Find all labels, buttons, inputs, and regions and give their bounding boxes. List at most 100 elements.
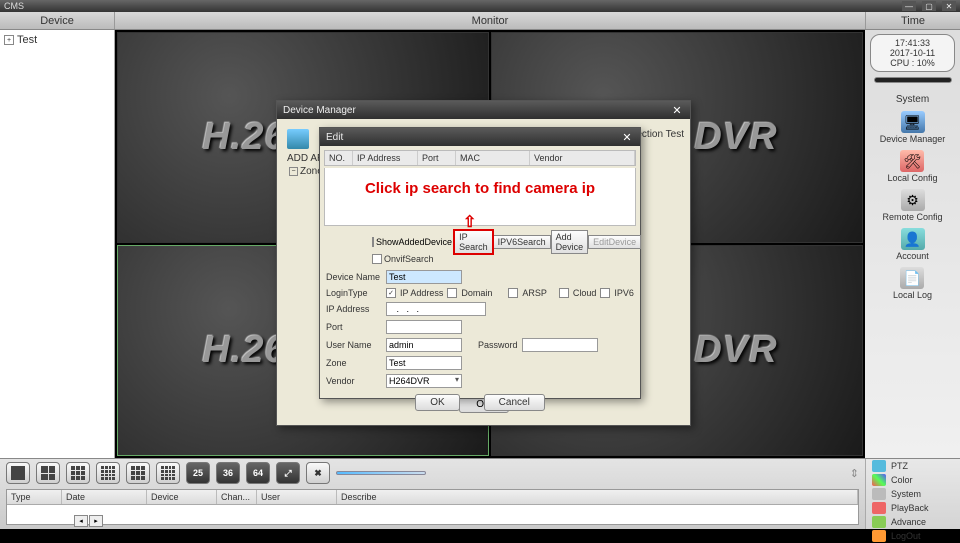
show-added-label: ShowAddedDevice xyxy=(376,237,452,247)
menu-system[interactable]: System xyxy=(866,487,960,501)
ip-address-input[interactable] xyxy=(386,302,486,316)
port-input[interactable] xyxy=(386,320,462,334)
layout-25-button[interactable]: 25 xyxy=(186,462,210,484)
tool-local-config[interactable]: 🛠 Local Config xyxy=(887,150,937,183)
volume-slider[interactable] xyxy=(336,471,426,475)
status-clock: 17:41:33 xyxy=(874,38,951,48)
edit-device-button[interactable]: EditDevice xyxy=(588,235,641,249)
menu-ptz[interactable]: PTZ xyxy=(866,459,960,473)
search-table-body: Click ip search to find camera ip ⇧ xyxy=(324,168,636,226)
expand-icon[interactable]: + xyxy=(4,35,14,45)
pager-next-button[interactable]: ▸ xyxy=(89,515,103,527)
fullscreen-button[interactable]: ⤢ xyxy=(276,462,300,484)
tool-remote-config[interactable]: ⚙ Remote Config xyxy=(882,189,942,222)
user-icon: 👤 xyxy=(901,228,925,250)
column-header-strip: Device Monitor Time xyxy=(0,12,960,30)
ipv6-search-button[interactable]: IPV6Search xyxy=(493,235,551,249)
col-ip[interactable]: IP Address xyxy=(353,151,418,165)
menu-logout[interactable]: LogOut xyxy=(866,529,960,543)
col-port[interactable]: Port xyxy=(418,151,456,165)
log-table-body xyxy=(7,505,858,524)
menu-playback[interactable]: PlayBack xyxy=(866,501,960,515)
playback-icon xyxy=(872,502,886,514)
menu-color[interactable]: Color xyxy=(866,473,960,487)
col-mac[interactable]: MAC xyxy=(456,151,530,165)
ip-address-label: IP Address xyxy=(326,304,382,314)
log-col-date[interactable]: Date xyxy=(62,490,147,504)
login-ipv6-checkbox[interactable] xyxy=(600,288,610,298)
tool-device-manager[interactable]: 🖥 Device Manager xyxy=(880,111,946,144)
edit-close-button[interactable]: ✕ xyxy=(620,130,634,144)
col-vendor[interactable]: Vendor xyxy=(530,151,635,165)
layout-64-button[interactable]: 64 xyxy=(246,462,270,484)
log-col-describe[interactable]: Describe xyxy=(337,490,858,504)
ptz-icon xyxy=(872,460,886,472)
password-input[interactable] xyxy=(522,338,598,352)
zone-input[interactable] xyxy=(386,356,462,370)
onvif-search-checkbox[interactable] xyxy=(372,254,382,264)
password-label: Password xyxy=(478,340,518,350)
resize-icon[interactable]: ⇕ xyxy=(850,467,859,480)
layout-1x1-button[interactable] xyxy=(6,462,30,484)
layout-9-button[interactable] xyxy=(126,462,150,484)
cpu-meter xyxy=(874,77,952,83)
status-cpu: CPU : 10% xyxy=(874,58,951,68)
device-tree-pane: + Test xyxy=(0,30,115,458)
tool-account[interactable]: 👤 Account xyxy=(896,228,929,261)
onvif-search-label: OnvifSearch xyxy=(384,254,434,264)
menu-advance[interactable]: Advance xyxy=(866,515,960,529)
minimize-button[interactable]: — xyxy=(902,1,916,11)
log-table-header: Type Date Device Chan... User Describe xyxy=(7,490,858,505)
bottom-bar: 25 36 64 ⤢ ✖ ⇕ Type Date Device Chan... … xyxy=(0,458,960,529)
log-col-channel[interactable]: Chan... xyxy=(217,490,257,504)
log-col-type[interactable]: Type xyxy=(7,490,62,504)
pager-prev-button[interactable]: ◂ xyxy=(74,515,88,527)
col-no[interactable]: NO. xyxy=(325,151,353,165)
close-button[interactable]: ✕ xyxy=(942,1,956,11)
login-arsp-checkbox[interactable] xyxy=(508,288,518,298)
device-manager-close-button[interactable]: ✕ xyxy=(670,103,684,117)
port-label: Port xyxy=(326,322,382,332)
header-monitor: Monitor xyxy=(115,12,865,29)
stop-all-button[interactable]: ✖ xyxy=(306,462,330,484)
tools-icon: 🛠 xyxy=(900,150,924,172)
document-icon: 📄 xyxy=(900,267,924,289)
log-table: Type Date Device Chan... User Describe xyxy=(6,489,859,525)
add-device-button[interactable]: Add Device xyxy=(551,230,589,254)
layout-2x2-button[interactable] xyxy=(36,462,60,484)
tool-local-log[interactable]: 📄 Local Log xyxy=(893,267,932,300)
app-title: CMS xyxy=(4,1,24,11)
collapse-icon[interactable]: − xyxy=(289,167,298,176)
advance-icon xyxy=(872,516,886,528)
device-manager-titlebar[interactable]: Device Manager ✕ xyxy=(277,101,690,119)
layout-36-button[interactable]: 36 xyxy=(216,462,240,484)
edit-title: Edit xyxy=(326,132,343,143)
device-name-label: Device Name xyxy=(326,272,382,282)
app-titlebar: CMS — ▢ ✕ xyxy=(0,0,960,12)
device-name-input[interactable] xyxy=(386,270,462,284)
vendor-select[interactable] xyxy=(386,374,462,388)
edit-dialog: Edit ✕ NO. IP Address Port MAC Vendor Cl… xyxy=(319,127,641,399)
device-icon xyxy=(287,129,309,149)
header-time: Time xyxy=(865,12,960,29)
ip-search-button[interactable]: IP Search xyxy=(454,230,493,254)
tree-root-label: Test xyxy=(17,34,37,46)
log-col-user[interactable]: User xyxy=(257,490,337,504)
user-name-input[interactable] xyxy=(386,338,462,352)
edit-titlebar[interactable]: Edit ✕ xyxy=(320,128,640,146)
login-ip-checkbox[interactable]: ✓ xyxy=(386,288,396,298)
login-domain-checkbox[interactable] xyxy=(447,288,457,298)
layout-6-button[interactable] xyxy=(66,462,90,484)
show-added-checkbox[interactable] xyxy=(372,237,374,247)
log-col-device[interactable]: Device xyxy=(147,490,217,504)
login-cloud-checkbox[interactable] xyxy=(559,288,569,298)
device-manager-title: Device Manager xyxy=(283,105,356,116)
tree-root-item[interactable]: + Test xyxy=(4,34,110,46)
edit-ok-button[interactable]: OK xyxy=(415,394,459,411)
layout-8-button[interactable] xyxy=(96,462,120,484)
layout-16-button[interactable] xyxy=(156,462,180,484)
vendor-label: Vendor xyxy=(326,376,382,386)
system-icon xyxy=(872,488,886,500)
maximize-button[interactable]: ▢ xyxy=(922,1,936,11)
edit-cancel-button[interactable]: Cancel xyxy=(484,394,545,411)
